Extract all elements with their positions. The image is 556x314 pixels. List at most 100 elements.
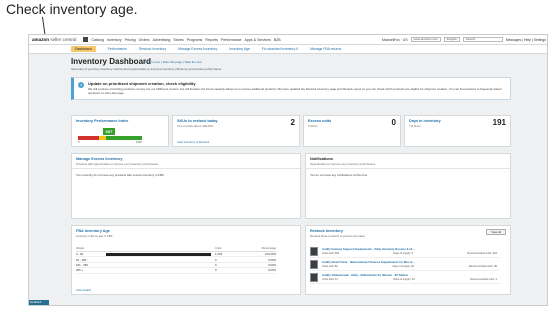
page-title: Inventory Dashboard (71, 57, 152, 66)
performance-index-title[interactable]: Inventory Performance Index (76, 119, 128, 123)
notifications-empty: You do not have any notifications at thi… (310, 173, 368, 177)
product-name[interactable]: Audify Vitalamerade - Daily - Multivitam… (322, 273, 408, 277)
age-col-days: (Days) (76, 246, 85, 250)
inventory-tabs: Dashboard Performance Restock Inventory … (29, 45, 547, 54)
nav-reports[interactable]: Reports (205, 38, 218, 42)
excess-units-card: Excess units 0 SKUs 0 (303, 115, 401, 147)
recommended-units: Recommended units: 89 (468, 265, 497, 268)
tab-restock[interactable]: Restock Inventory (139, 47, 166, 51)
inventory-age-subtitle: Inventory units by age in FBA (76, 234, 113, 238)
days-supply: Days of supply: 23 (393, 278, 415, 281)
days-inventory-subtitle: 7-8 Items (409, 124, 421, 128)
top-right-links[interactable]: Messages | Help | Settings (506, 38, 546, 42)
top-bar: amazon seller central Catalog Inventory … (29, 35, 547, 45)
age-bar (106, 269, 211, 272)
units-sold: Units sold: 964 (322, 252, 340, 255)
restock-subtitle: Restock these products to prevent lost s… (310, 234, 365, 238)
screenshot-frame: amazon seller central Catalog Inventory … (28, 34, 548, 306)
age-percentage: 0.00% (268, 268, 276, 273)
nav-b2b[interactable]: B2B (274, 38, 281, 42)
nav-stores[interactable]: Stores (173, 38, 183, 42)
days-supply: Days of supply: 0 (393, 252, 414, 255)
notifications-card: Notifications Opportunities to improve y… (305, 153, 511, 219)
inventory-age-table: (Days) Units Percentage 0 - 90 1,678 100… (76, 246, 276, 274)
skus-restock-card: SKUs to restock today Your in-stock rate… (172, 115, 300, 147)
skus-restock-title[interactable]: SKUs to restock today (177, 119, 218, 123)
restock-title[interactable]: Restock Inventory (310, 229, 343, 233)
notifications-title: Notifications (310, 157, 333, 161)
nav-pricing[interactable]: Pricing (125, 38, 136, 42)
days-inventory-card: Days in inventory 7-8 Items 191 (404, 115, 511, 147)
age-col-bar (106, 246, 211, 249)
tab-dashboard[interactable]: Dashboard (71, 46, 96, 52)
nav-advertising[interactable]: Advertising (153, 38, 171, 42)
view-restock-link[interactable]: View inventory to Restock (177, 140, 209, 144)
manage-excess-title[interactable]: Manage Excess Inventory (76, 157, 122, 161)
age-percentage: 0.00% (268, 262, 276, 267)
product-name[interactable]: Audify Immune Support Supplements - Dail… (322, 247, 415, 251)
main-nav: Catalog Inventory Pricing Orders Adverti… (91, 38, 280, 42)
product-thumbnail[interactable] (310, 273, 318, 282)
age-col-percentage: Percentage (261, 246, 276, 250)
menu-icon[interactable] (83, 37, 89, 42)
alert-body: We will continue prioritizing products c… (88, 87, 502, 95)
tab-performance[interactable]: Performance (108, 47, 127, 51)
units-sold: Units sold: 82 (322, 265, 338, 268)
store-selector[interactable]: MaxwellFox · US (382, 38, 408, 42)
nav-inventory[interactable]: Inventory (107, 38, 122, 42)
tab-inventory-age[interactable]: Inventory Age (229, 47, 250, 51)
days-inventory-value: 191 (492, 118, 506, 127)
performance-gauge (78, 136, 142, 140)
tab-fba-returns[interactable]: Manage FBA returns (310, 47, 341, 51)
excess-units-subtitle: 0 SKUs (308, 124, 318, 128)
nav-programs[interactable]: Programs (187, 38, 203, 42)
age-units: 1,678 (215, 252, 222, 257)
age-range: 0 - 90 (76, 252, 84, 257)
recommended-units: Recommended units: 4 (470, 278, 497, 281)
gauge-red (78, 136, 100, 140)
tab-stranded[interactable]: Fix stranded inventory 0 (262, 47, 298, 51)
tab-manage-excess[interactable]: Manage Excess Inventory (178, 47, 217, 51)
list-item: Audify Vitalamerade - Daily - Multivitam… (310, 272, 500, 284)
view-details-link[interactable]: View details (76, 288, 91, 292)
title-links[interactable]: Learn more | Rate this page | Take the t… (145, 60, 202, 64)
divider (306, 168, 510, 169)
product-meta: Units sold: 964 Days of supply: 0 Recomm… (322, 252, 497, 255)
inventory-age-title[interactable]: FBA Inventory Age (76, 229, 110, 233)
age-range: 91 - 180 (76, 257, 87, 262)
units-sold: Units sold: 14 (322, 278, 338, 281)
inventory-age-card: FBA Inventory Age Inventory units by age… (71, 225, 301, 295)
brand-logo[interactable]: amazon seller central (32, 37, 76, 42)
product-name[interactable]: Audify Bowel Clear - Natural Bowel Clean… (322, 260, 414, 264)
age-percentage: 100.00% (264, 252, 276, 257)
callout-caption: Check inventory age. (6, 1, 138, 17)
nav-performance[interactable]: Performance (221, 38, 242, 42)
days-inventory-title[interactable]: Days in inventory (409, 119, 441, 123)
restock-card: Restock Inventory Restock these products… (305, 225, 511, 295)
age-range: 181 - 365 (76, 262, 88, 267)
feedback-button[interactable]: feedback (29, 300, 49, 305)
nav-orders[interactable]: Orders (139, 38, 150, 42)
product-thumbnail[interactable] (310, 260, 318, 269)
language-select[interactable]: English (443, 37, 460, 42)
nav-apps[interactable]: Apps & Services (245, 38, 271, 42)
age-bar (106, 252, 211, 256)
skus-restock-value: 2 (290, 118, 295, 127)
product-thumbnail[interactable] (310, 247, 318, 256)
search-input[interactable]: Search (462, 37, 503, 42)
nav-catalog[interactable]: Catalog (91, 38, 103, 42)
view-all-button[interactable]: View all (486, 229, 506, 235)
gauge-green (105, 136, 142, 140)
tab-stranded-count: 0 (296, 47, 299, 51)
age-bar (106, 258, 211, 261)
product-meta: Units sold: 82 Days of supply: 26 Recomm… (322, 265, 497, 268)
product-meta: Units sold: 14 Days of supply: 23 Recomm… (322, 278, 497, 281)
days-supply: Days of supply: 26 (392, 265, 414, 268)
age-col-units: Units (215, 246, 222, 250)
list-item: Audify Bowel Clear - Natural Bowel Clean… (310, 259, 500, 271)
marketplace-select[interactable]: www.amazon.com (410, 37, 441, 42)
manage-excess-card: Manage Excess Inventory Products with op… (71, 153, 301, 219)
divider (72, 168, 300, 169)
performance-index-card: Inventory Performance Index 607 0 1000 (71, 115, 169, 147)
excess-units-title[interactable]: Excess units (308, 119, 331, 123)
